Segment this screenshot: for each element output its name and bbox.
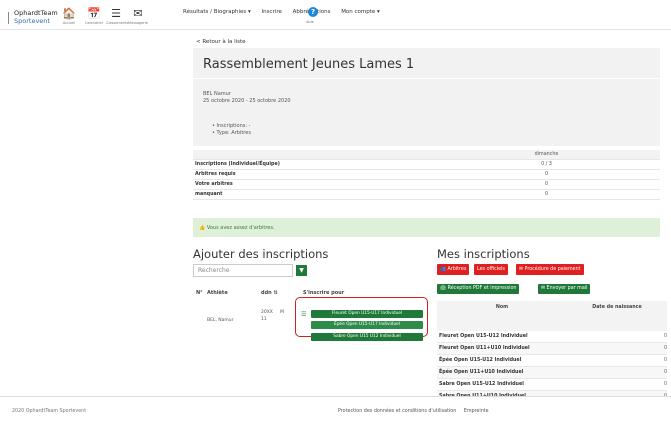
footer-copyright: 2020 OphardtTeam Sportevent (12, 409, 87, 414)
brand-logo[interactable]: OphardtTeam Sportevent (14, 9, 58, 25)
event-organizer: BEL Namur (203, 91, 231, 97)
search-input[interactable]: Recherche (193, 264, 293, 277)
summary-table: dimanche Inscriptions (Individuel/Équipe… (193, 150, 660, 200)
event-name: Sabre Open U15-U12 Individuel (439, 382, 524, 387)
menu-icon[interactable]: ☰ (301, 311, 306, 318)
event-name: Épée Open U11+U10 Individuel (439, 370, 524, 375)
footer-links: Protection des données et conditions d'u… (338, 409, 495, 414)
my-registrations-title: Mes inscriptions (437, 247, 530, 261)
athlete-name: BEL, Namur (207, 318, 234, 323)
nav-link-results[interactable]: Résultats / Biographies ▾ (183, 9, 251, 15)
imprint-link[interactable]: Empreinte (464, 409, 489, 414)
summary-col-header: dimanche (534, 152, 559, 157)
page-title: Rassemblement Jeunes Lames 1 (203, 57, 415, 72)
top-navbar: OphardtTeam Sportevent 🏠 Accueil 📅 Calen… (0, 0, 671, 30)
pdf-print-button[interactable]: 🖨 Réception PDF et impression (437, 284, 520, 294)
brand-line2: Sportevent (14, 17, 50, 25)
summary-label: manquant (195, 192, 223, 197)
nav-messages-label: Messagerie (128, 21, 148, 25)
my-table-header: Nom Date de naissance (437, 301, 667, 331)
add-registrations-title: Ajouter des inscriptions (193, 247, 329, 261)
brand-line1: OphardtTeam (14, 9, 58, 17)
nav-links: Résultats / Biographies ▾ Inscrire Abbré… (183, 9, 389, 15)
summary-label: Inscriptions (Individuel/Équipe) (195, 162, 280, 167)
table-row: Sabre Open U15-U12 Individuel 0 (437, 379, 667, 391)
event-bullet-registrations: • Inscriptions: - (212, 123, 251, 129)
summary-row: Inscriptions (Individuel/Équipe) 0 / 3 (193, 160, 660, 170)
event-dates: 25 octobre 2020 - 25 octobre 2020 (203, 98, 291, 104)
success-alert: 👍 Vous avez assez d'arbitres. (193, 218, 660, 237)
event-name: Épée Open U15-U12 Individuel (439, 358, 522, 363)
summary-value: 0 (544, 192, 549, 197)
summary-value: 0 (544, 182, 549, 187)
col-header-register: S'inscrire pour (303, 290, 345, 296)
event-name: Fleuret Open U15-U12 Individuel (439, 334, 528, 339)
athlete-ddn-2: 11 (261, 317, 267, 322)
nav-home-label: Accueil (62, 21, 76, 25)
summary-header-row: dimanche (193, 150, 660, 160)
event-count: 0 (663, 370, 667, 375)
nav-calendar[interactable]: 📅 Calendrier (84, 8, 104, 25)
summary-row: Arbitres requis 0 (193, 170, 660, 180)
event-count: 0 (663, 358, 667, 363)
nav-rankings-label: Classements (106, 21, 129, 25)
col-header-athlete[interactable]: Athlète (207, 290, 228, 296)
nav-calendar-label: Calendrier (84, 21, 104, 25)
register-foil-button[interactable]: Fleuret Open U15-U17 Individuel (311, 310, 423, 318)
nav-messages[interactable]: ✉ Messagerie (128, 8, 148, 25)
my-registrations-table: Nom Date de naissance Fleuret Open U15-U… (437, 301, 667, 403)
home-icon: 🏠 (62, 7, 76, 20)
officials-button[interactable]: Les officiels (474, 264, 508, 275)
sidebar (0, 30, 182, 396)
brand-divider (8, 12, 12, 24)
back-link[interactable]: < Retour à la liste (196, 39, 246, 45)
help-icon[interactable]: ? (308, 7, 318, 17)
table-row: Fleuret Open U11+U10 Individuel 0 (437, 343, 667, 355)
payment-procedure-button[interactable]: ✉ Procédure de paiement (516, 264, 584, 275)
event-count: 0 (663, 334, 667, 339)
event-bullet-type: • Type: Arbitres (212, 130, 251, 136)
athlete-ddn: 20XX (261, 310, 273, 315)
event-count: 0 (663, 346, 667, 351)
summary-label: Arbitres requis (195, 172, 236, 177)
summary-value: 0 / 3 (541, 162, 552, 167)
event-name: Fleuret Open U11+U10 Individuel (439, 346, 530, 351)
nav-home[interactable]: 🏠 Accueil (59, 8, 79, 25)
footer: 2020 OphardtTeam Sportevent Protection d… (0, 396, 671, 425)
nav-link-account[interactable]: Mon compte ▾ (341, 9, 380, 15)
help-label: Aide (306, 20, 314, 24)
register-sabre-button[interactable]: Sabre Open U15 U12 Individuel (311, 333, 423, 341)
my-col-dob: Date de naissance (592, 305, 642, 310)
table-row: Fleuret Open U15-U12 Individuel 0 (437, 331, 667, 343)
my-col-name: Nom (495, 305, 509, 310)
summary-row: Votre arbitres 0 (193, 180, 660, 190)
register-epee-button[interactable]: Épée Open U15-U17 Individuel (311, 321, 423, 329)
col-header-num: N° (196, 290, 203, 296)
table-row: Épée Open U11+U10 Individuel 0 (437, 367, 667, 379)
filter-icon[interactable]: ▼ (296, 265, 307, 276)
table-row: Épée Open U15-U12 Individuel 0 (437, 355, 667, 367)
summary-row: manquant 0 (193, 190, 660, 200)
athlete-gender: M (280, 310, 284, 315)
calendar-icon: 📅 (87, 7, 101, 20)
col-header-ddn[interactable]: ddn ⇅ (261, 290, 278, 296)
summary-value: 0 (544, 172, 549, 177)
summary-label: Votre arbitres (195, 182, 233, 187)
privacy-link[interactable]: Protection des données et conditions d'u… (338, 409, 456, 414)
list-icon: ☰ (111, 7, 121, 20)
send-mail-button[interactable]: ✉ Envoyer par mail (538, 284, 591, 294)
nav-link-register[interactable]: Inscrire (262, 9, 282, 15)
mail-icon: ✉ (133, 7, 143, 20)
nav-rankings[interactable]: ☰ Classements (106, 7, 129, 25)
title-divider (193, 78, 660, 79)
referees-button[interactable]: 👥 Arbitres (437, 264, 470, 275)
event-count: 0 (663, 382, 667, 387)
